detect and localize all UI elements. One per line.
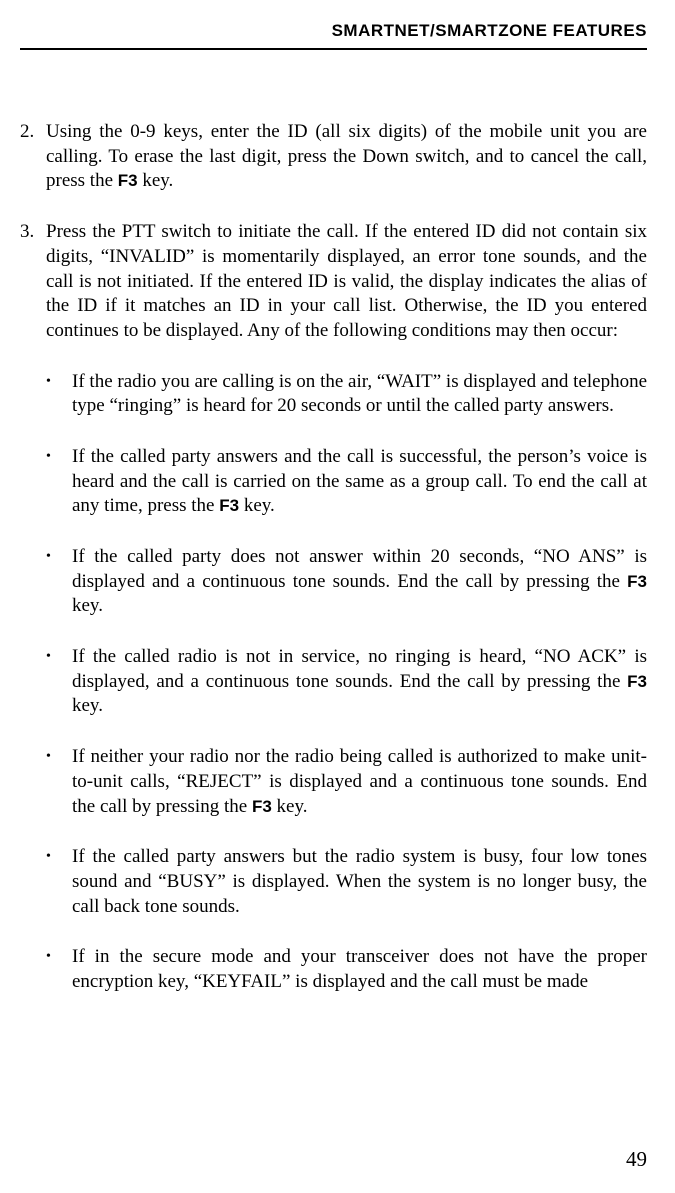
bullet-text: If in the secure mode and your transceiv…	[72, 945, 647, 994]
bold-key: F3	[118, 171, 138, 190]
bullet-item: •If the called party answers and the cal…	[46, 445, 647, 519]
bullet-marker: •	[46, 445, 72, 519]
bullet-item: •If the radio you are calling is on the …	[46, 370, 647, 419]
bullet-text: If the called party answers but the radi…	[72, 845, 647, 919]
page-content: 2.Using the 0-9 keys, enter the ID (all …	[20, 120, 647, 995]
bullet-marker: •	[46, 845, 72, 919]
bullet-marker: •	[46, 545, 72, 619]
bullet-marker: •	[46, 945, 72, 994]
bold-key: F3	[219, 496, 239, 515]
bullet-item: •If neither your radio nor the radio bei…	[46, 745, 647, 819]
bullet-text: If the called radio is not in service, n…	[72, 645, 647, 719]
bullet-item: •If the called party answers but the rad…	[46, 845, 647, 919]
bullet-text: If neither your radio nor the radio bein…	[72, 745, 647, 819]
item-text: Press the PTT switch to initiate the cal…	[46, 220, 647, 343]
bullet-text: If the called party does not answer with…	[72, 545, 647, 619]
bullet-item: •If the called party does not answer wit…	[46, 545, 647, 619]
bold-key: F3	[252, 797, 272, 816]
bullet-text: If the radio you are calling is on the a…	[72, 370, 647, 419]
page-header: SMARTNET/SMARTZONE FEATURES	[20, 20, 647, 50]
bullet-marker: •	[46, 370, 72, 419]
page-number: 49	[626, 1146, 647, 1173]
item-number: 3.	[20, 220, 46, 343]
bold-key: F3	[627, 672, 647, 691]
item-number: 2.	[20, 120, 46, 194]
bullet-item: •If the called radio is not in service, …	[46, 645, 647, 719]
item-text: Using the 0-9 keys, enter the ID (all si…	[46, 120, 647, 194]
bullet-item: •If in the secure mode and your transcei…	[46, 945, 647, 994]
numbered-item: 2.Using the 0-9 keys, enter the ID (all …	[20, 120, 647, 194]
bullet-marker: •	[46, 745, 72, 819]
bullet-marker: •	[46, 645, 72, 719]
bullet-text: If the called party answers and the call…	[72, 445, 647, 519]
numbered-item: 3.Press the PTT switch to initiate the c…	[20, 220, 647, 343]
bold-key: F3	[627, 572, 647, 591]
